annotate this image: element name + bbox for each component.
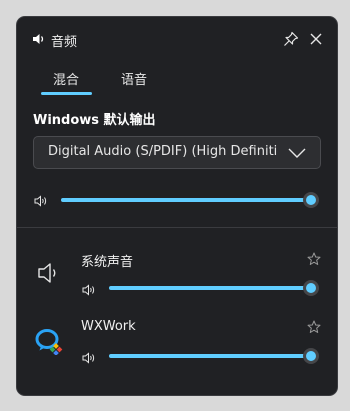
tab-voice[interactable]: 语音 [121,69,147,88]
volume-icon [82,352,95,364]
star-icon[interactable] [307,320,321,334]
master-volume-slider[interactable] [61,192,319,208]
speaker-icon [38,263,56,283]
volume-icon [34,195,47,207]
output-device-dropdown[interactable]: Digital Audio (S/PDIF) (High Definition … [33,136,321,169]
app-name: WXWork [81,319,136,334]
master-volume-track [61,198,311,202]
output-device-heading: Windows 默认输出 [33,113,156,128]
app-volume-slider[interactable] [109,280,319,296]
app-volume-thumb[interactable] [303,348,319,364]
active-tab-indicator [41,92,92,95]
app-volume-track [109,354,311,358]
master-volume-thumb[interactable] [303,192,319,208]
app-volume-slider[interactable] [109,348,319,364]
app-row-system-sounds: 系统声音 [17,245,337,311]
app-volume-thumb[interactable] [303,280,319,296]
chevron-down-icon [288,148,306,158]
volume-icon [82,284,95,296]
wxwork-icon [35,329,63,355]
title-bar: 音频 [17,17,337,61]
speaker-icon [33,34,44,44]
tab-mix[interactable]: 混合 [53,69,79,88]
close-icon[interactable] [308,31,324,47]
divider [17,227,337,228]
pin-icon[interactable] [283,31,299,47]
output-device-selected: Digital Audio (S/PDIF) (High Definition … [48,144,278,159]
app-name: 系统声音 [81,255,134,270]
app-row-wxwork: WXWork [17,313,337,379]
app-volume-track [109,286,311,290]
window-title: 音频 [51,35,78,50]
tab-bar: 混合 语音 [17,65,337,97]
star-icon[interactable] [307,252,321,266]
audio-panel: 音频 混合 语音 Windows 默认输出 Digital Audio (S/P… [17,17,337,395]
